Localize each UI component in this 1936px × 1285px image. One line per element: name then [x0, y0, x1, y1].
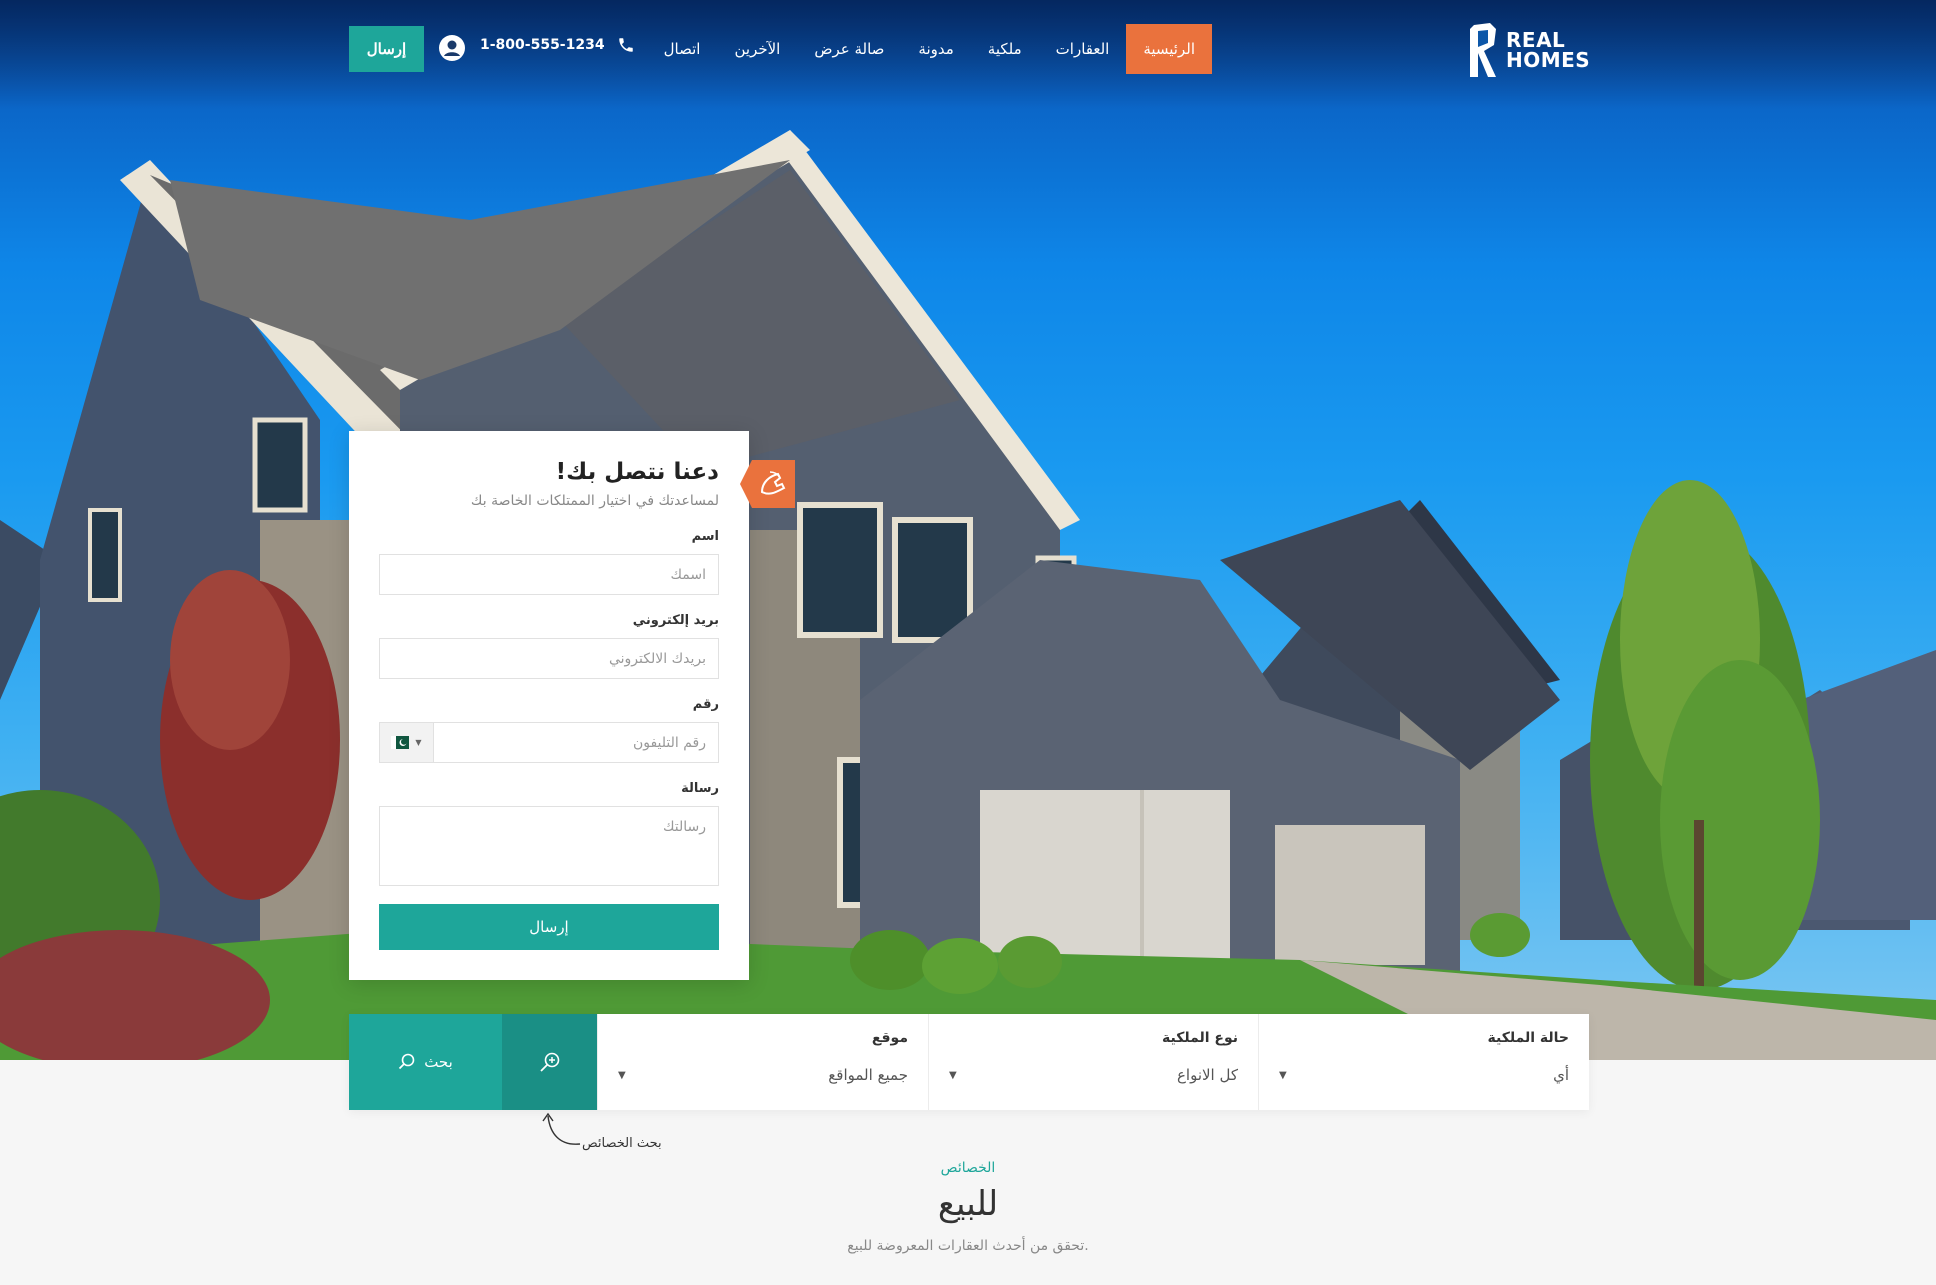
name-label: اسم — [691, 529, 719, 544]
email-label: بريد إلكتروني — [632, 613, 719, 628]
phone-icon — [618, 38, 633, 52]
phone-label: رقم — [692, 697, 719, 712]
nav-item-others[interactable]: الآخرين — [717, 24, 797, 74]
chevron-down-icon: ▼ — [415, 738, 422, 747]
curved-arrow-icon — [542, 1112, 581, 1145]
site-header: REAL HOMES الرئيسية العقارات ملكية مدونة… — [0, 0, 1936, 100]
advanced-search-button[interactable] — [502, 1014, 597, 1110]
phone-call-icon — [740, 460, 795, 508]
property-type-select[interactable]: نوع الملكية كل الانواع ▼ — [928, 1014, 1258, 1110]
form-title: دعنا نتصل بك! — [555, 459, 719, 485]
message-label: رسالة — [681, 781, 719, 796]
name-field[interactable]: اسمك — [379, 554, 719, 595]
advanced-search-hint: بحث الخصائص — [540, 1108, 670, 1158]
property-search-bar: بحث موقع جميع المواقع ▼ نوع الملكية كل ا… — [349, 1014, 1589, 1110]
zoom-in-icon — [539, 1052, 559, 1072]
brand-line1: REAL — [1506, 28, 1566, 52]
flag-icon — [391, 736, 410, 749]
section-tag: الخصائص — [940, 1160, 996, 1176]
send-button[interactable]: إرسال — [379, 904, 719, 950]
location-value: جميع المواقع — [828, 1066, 908, 1084]
section-title: للبيع — [937, 1184, 999, 1224]
type-value: كل الانواع — [1176, 1066, 1238, 1084]
search-icon — [399, 1053, 415, 1070]
form-subtitle: لمساعدتك في اختيار الممتلكات الخاصة بك — [470, 493, 719, 509]
nav-item-property[interactable]: ملكية — [971, 24, 1039, 74]
phone-number: 1-800-555-1234 — [480, 37, 605, 53]
location-label: موقع — [871, 1030, 908, 1046]
phone-input[interactable]: رقم التليفون — [434, 735, 718, 751]
section-description: تحقق من أحدث العقارات المعروضة للبيع. — [847, 1238, 1089, 1254]
search-button[interactable]: بحث — [349, 1014, 502, 1110]
header-phone[interactable]: 1-800-555-1234 — [480, 36, 635, 54]
message-field[interactable]: رسالتك — [379, 806, 719, 886]
brand-logo[interactable]: REAL HOMES — [1468, 18, 1592, 82]
submit-property-button[interactable]: إرسال — [349, 26, 424, 72]
property-status-select[interactable]: حالة الملكية أي ▼ — [1258, 1014, 1589, 1110]
nav-item-blog[interactable]: مدونة — [901, 24, 970, 74]
brand-line2: HOMES — [1506, 48, 1591, 72]
main-nav: الرئيسية العقارات ملكية مدونة صالة عرض ا… — [647, 23, 1212, 75]
caret-down-icon: ▼ — [949, 1069, 957, 1081]
hero-banner — [0, 0, 1936, 1060]
user-icon[interactable] — [438, 34, 466, 62]
status-value: أي — [1553, 1066, 1569, 1084]
nav-item-properties[interactable]: العقارات — [1039, 24, 1127, 74]
callback-form-card: دعنا نتصل بك! لمساعدتك في اختيار الممتلك… — [349, 431, 749, 980]
logo-mark-icon — [1470, 23, 1496, 77]
type-label: نوع الملكية — [1162, 1030, 1238, 1046]
status-label: حالة الملكية — [1487, 1030, 1569, 1046]
phone-field: ▼ رقم التليفون — [379, 722, 719, 763]
nav-item-home[interactable]: الرئيسية — [1126, 24, 1212, 74]
advanced-search-note: بحث الخصائص — [582, 1136, 662, 1151]
caret-down-icon: ▼ — [1279, 1069, 1287, 1081]
caret-down-icon: ▼ — [618, 1069, 626, 1081]
nav-item-gallery[interactable]: صالة عرض — [797, 24, 901, 74]
house-photo — [0, 130, 1936, 1060]
email-field[interactable]: بريدك الالكتروني — [379, 638, 719, 679]
search-button-label: بحث — [424, 1053, 453, 1071]
location-select[interactable]: موقع جميع المواقع ▼ — [597, 1014, 928, 1110]
nav-item-contact[interactable]: اتصال — [647, 24, 718, 74]
country-selector[interactable]: ▼ — [380, 723, 434, 762]
